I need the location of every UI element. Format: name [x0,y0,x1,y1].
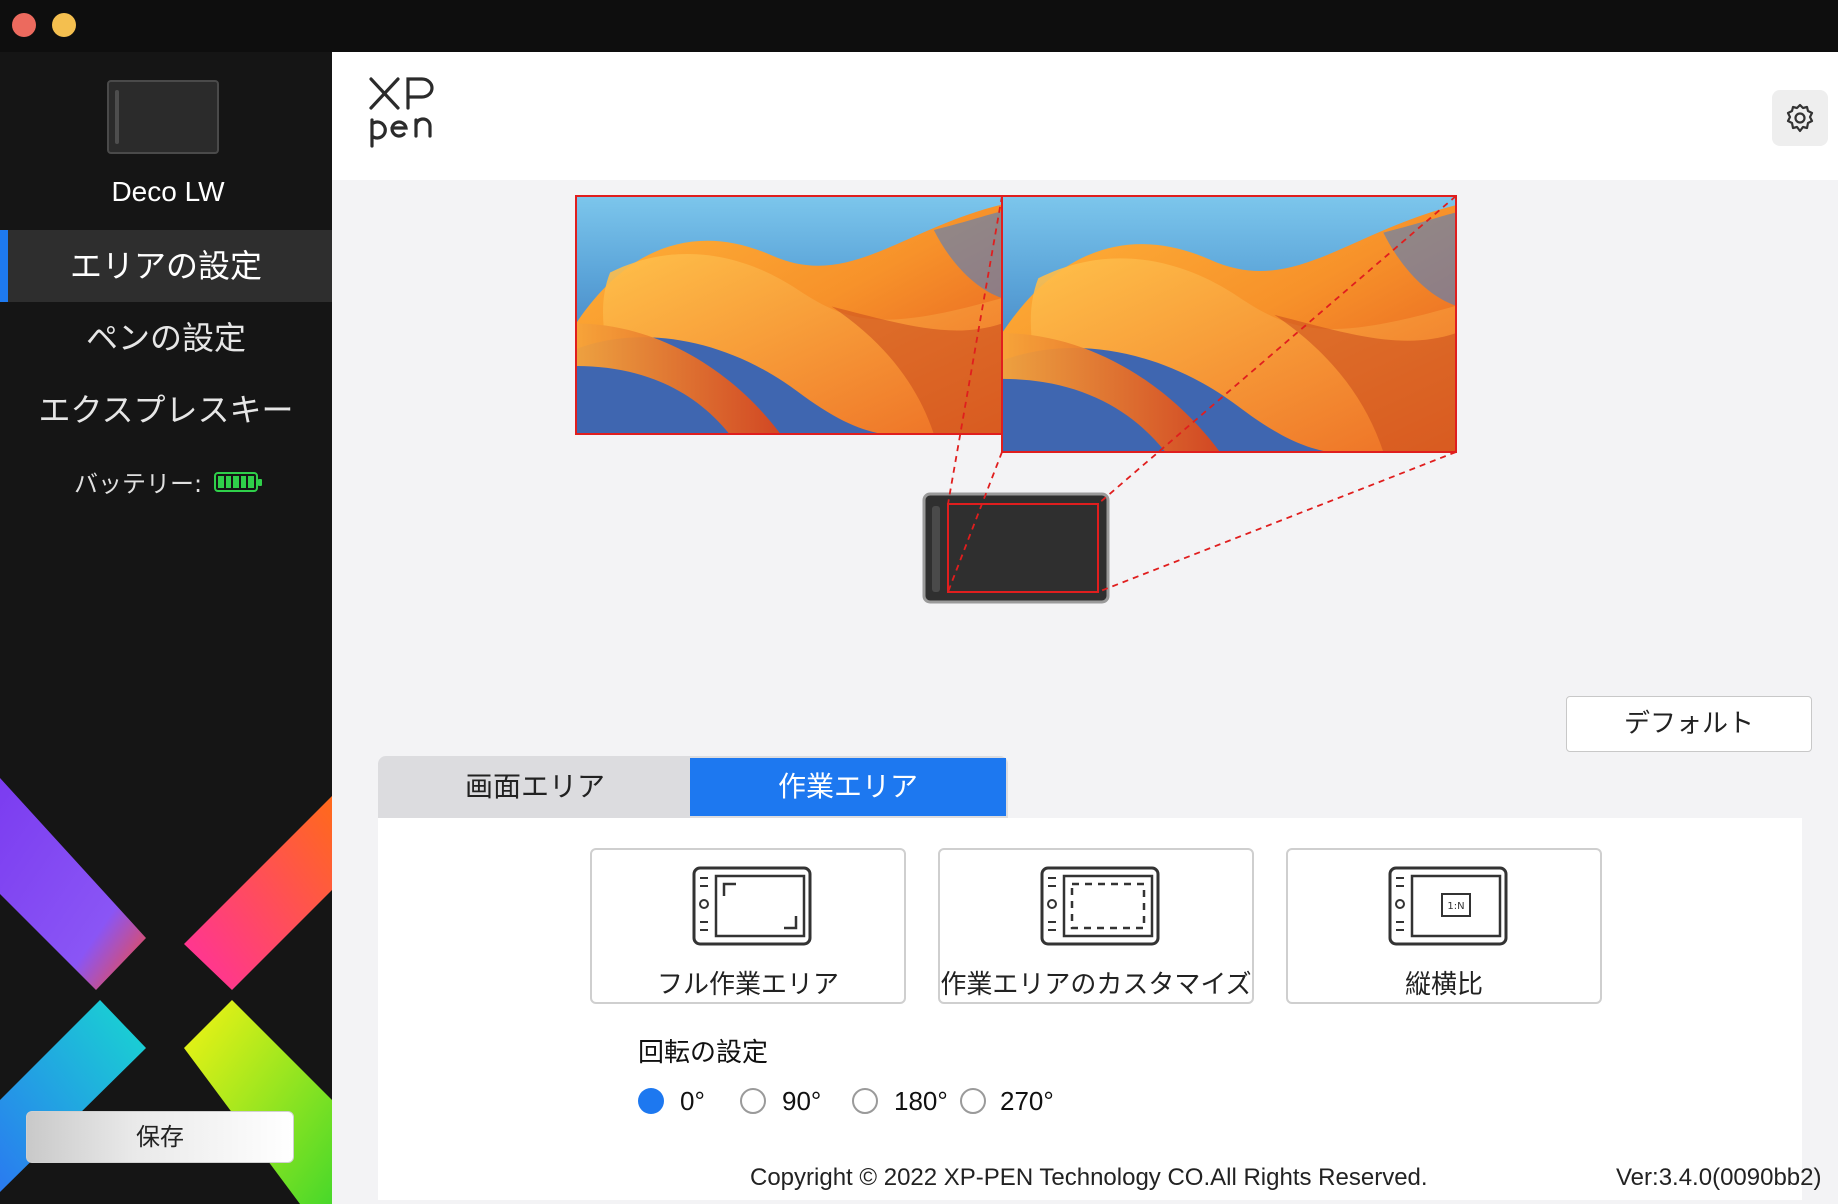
display-mapping-diagram [575,195,1457,604]
device-name: Deco LW [111,176,225,207]
tablet-thumbnail [107,80,219,154]
aspect-ratio-option[interactable]: 1:N 縦横比 [1286,848,1602,1004]
rotation-settings-title: 回転の設定 [638,1038,769,1068]
full-work-area-label: フル作業エリア [656,970,839,1000]
full-area-icon [692,866,812,946]
main-panel: デフォルト 画面エリア 作業エリア フル作業エリア 作業エリアのカスタマイズ 1… [332,52,1838,1204]
battery-icon [214,471,263,492]
close-window-button[interactable] [12,13,36,37]
rotation-label-270: 270° [1000,1086,1054,1116]
rotation-label-0: 0° [680,1086,705,1116]
aspect-ratio-icon: 1:N [1388,866,1508,946]
decorative-x-graphic [0,778,332,1204]
rotation-label-180: 180° [894,1086,948,1116]
full-work-area-option[interactable]: フル作業エリア [590,848,906,1004]
custom-area-icon [1040,866,1160,946]
rotation-radio-90[interactable] [740,1088,766,1114]
sidebar: Deco LW エリアの設定 ペンの設定 エクスプレスキー バッテリー: 保存 [0,52,332,1204]
custom-work-area-option[interactable]: 作業エリアのカスタマイズ [938,848,1254,1004]
battery-status: バッテリー: [0,464,332,499]
minimize-window-button[interactable] [52,13,76,37]
rotation-label-90: 90° [782,1086,822,1116]
tablet-preview [922,492,1110,604]
title-bar [0,0,1838,52]
rotation-radio-270[interactable] [960,1088,986,1114]
save-button[interactable]: 保存 [26,1111,294,1163]
tab-screen-area[interactable]: 画面エリア [380,758,690,816]
rotation-radio-0[interactable] [638,1088,664,1114]
area-tabs: 画面エリア 作業エリア [378,756,1008,818]
sidebar-item-express-keys[interactable]: エクスプレスキー [0,374,332,446]
copyright-text: Copyright © 2022 XP-PEN Technology CO.Al… [750,1164,1428,1191]
monitor-2-preview [1002,196,1456,452]
custom-work-area-label: 作業エリアのカスタマイズ [940,970,1252,1000]
aspect-ratio-label: 縦横比 [1404,970,1483,1000]
work-area-panel: フル作業エリア 作業エリアのカスタマイズ 1:N 縦横比 回転の設定 0° 90… [378,818,1802,1200]
version-text: Ver:3.4.0(0090bb2) [1616,1164,1822,1191]
sidebar-item-area-settings[interactable]: エリアの設定 [0,230,332,302]
svg-text:1:N: 1:N [1447,901,1464,912]
sidebar-item-pen-settings[interactable]: ペンの設定 [0,302,332,374]
battery-label: バッテリー: [73,470,203,498]
default-button[interactable]: デフォルト [1566,696,1812,752]
monitor-1-preview [576,196,1002,434]
tab-work-area[interactable]: 作業エリア [690,758,1006,816]
rotation-radio-180[interactable] [852,1088,878,1114]
